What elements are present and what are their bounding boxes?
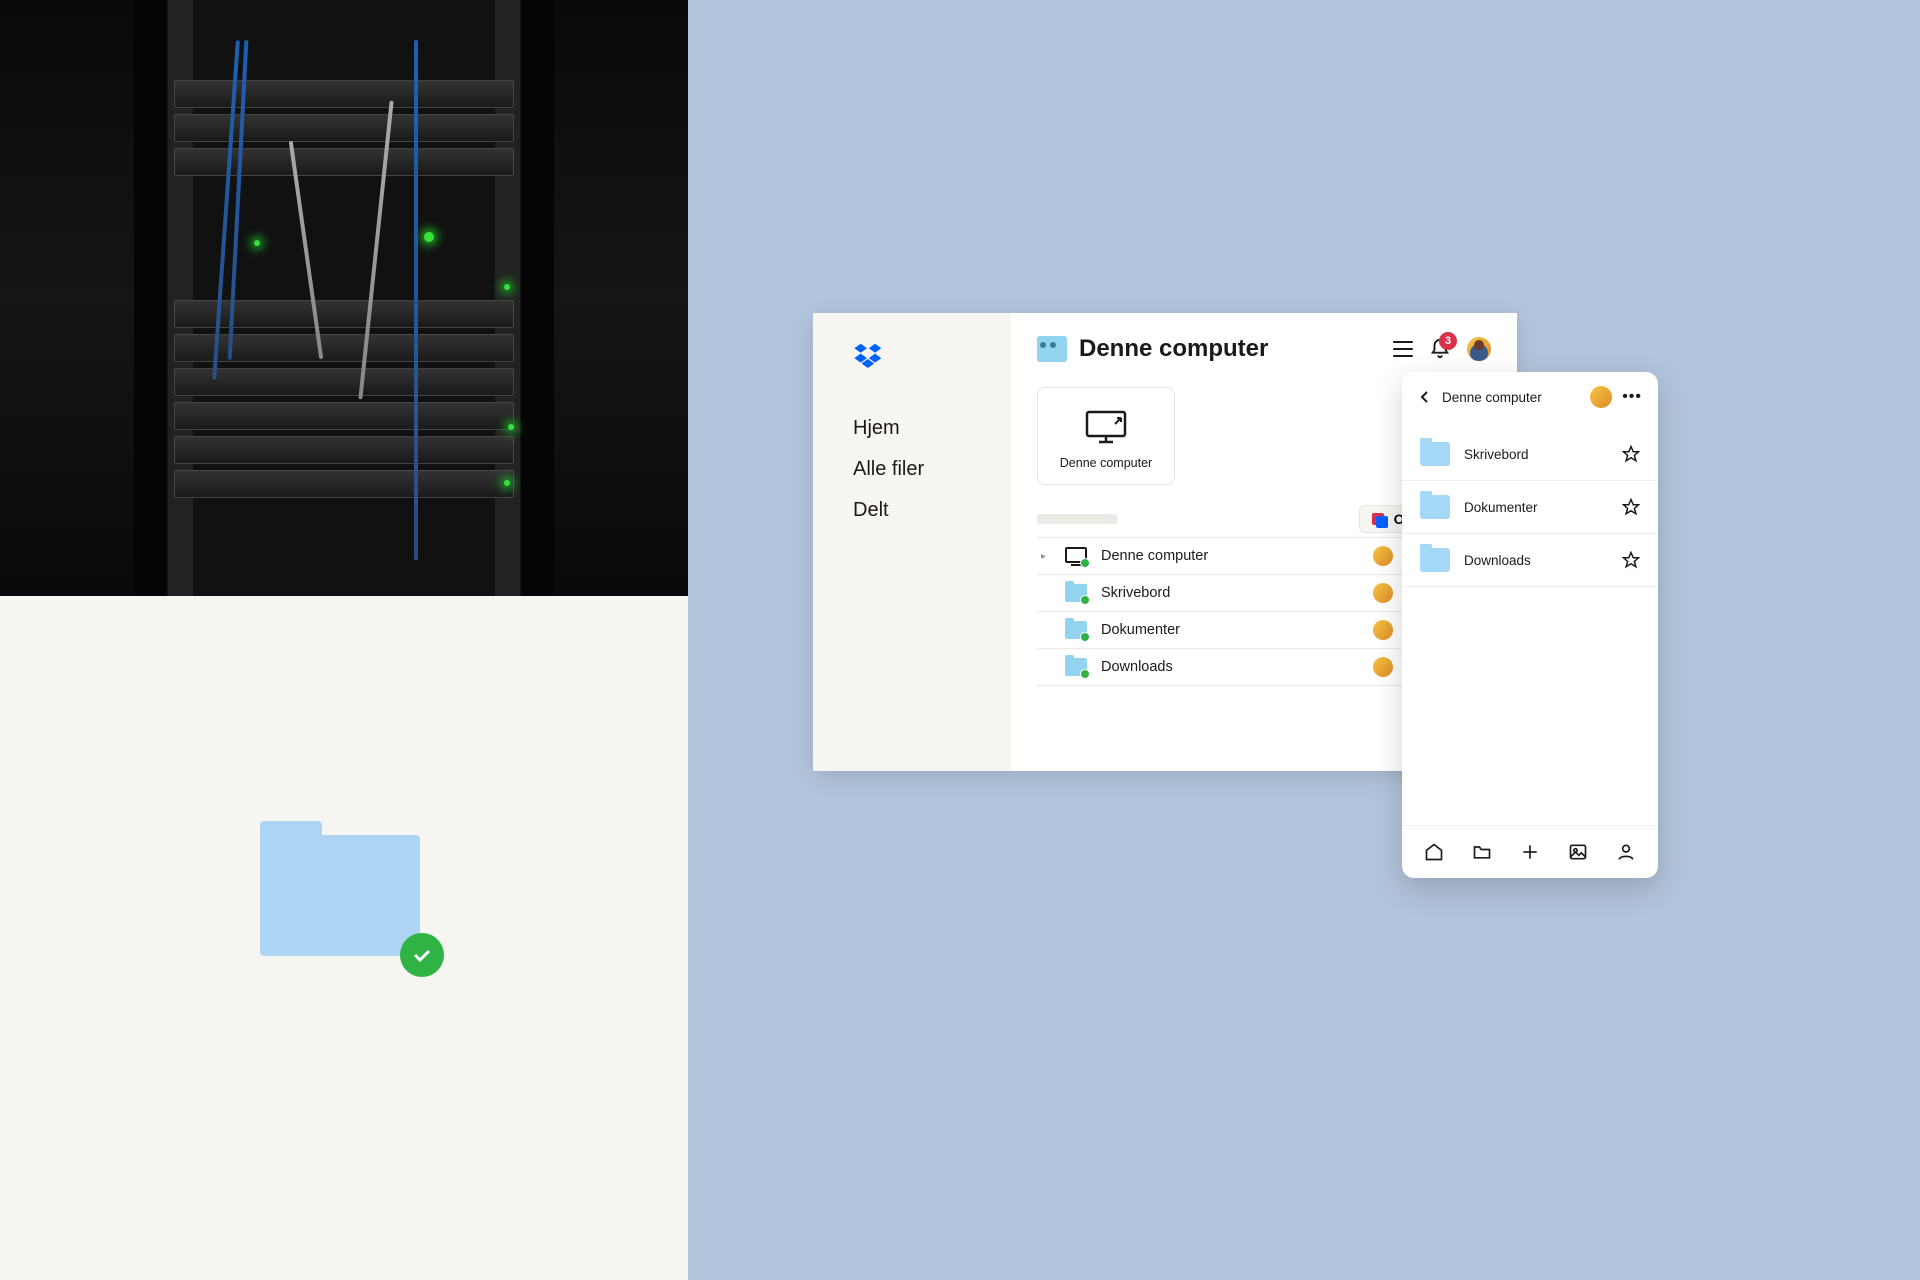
header-folder-icon <box>1037 336 1067 362</box>
mobile-folder-row[interactable]: Skrivebord <box>1402 428 1658 481</box>
sync-status-icon <box>1080 669 1090 679</box>
mobile-folder-row[interactable]: Downloads <box>1402 534 1658 587</box>
sync-status-icon <box>1080 595 1090 605</box>
back-button[interactable] <box>1418 390 1432 404</box>
nav-all-files[interactable]: Alle filer <box>853 458 1011 481</box>
user-avatar[interactable] <box>1467 337 1491 361</box>
content-header: Denne computer 3 <box>1037 335 1491 363</box>
row-name: Dokumenter <box>1101 622 1359 638</box>
photo-icon[interactable] <box>1568 842 1588 862</box>
folder-icon <box>1420 495 1450 519</box>
server-rack-photo <box>0 0 688 596</box>
left-column <box>0 0 688 1280</box>
star-icon[interactable] <box>1622 551 1640 569</box>
row-avatar <box>1373 546 1393 566</box>
folder-name: Downloads <box>1464 553 1608 568</box>
more-options-icon[interactable]: ••• <box>1622 388 1642 406</box>
sidebar: Hjem Alle filer Delt <box>813 313 1011 771</box>
folder-icon <box>1420 442 1450 466</box>
sync-status-icon <box>1080 632 1090 642</box>
person-icon[interactable] <box>1616 842 1636 862</box>
placeholder <box>1037 514 1117 524</box>
mobile-avatar[interactable] <box>1590 386 1612 408</box>
folder-icon[interactable] <box>1472 842 1492 862</box>
folder-synced-panel <box>0 596 688 1280</box>
plus-icon[interactable] <box>1520 842 1540 862</box>
mobile-bottom-nav <box>1402 825 1658 878</box>
row-name: Skrivebord <box>1101 585 1359 601</box>
folder-icon <box>1420 548 1450 572</box>
row-avatar <box>1373 583 1393 603</box>
sync-status-icon <box>1080 558 1090 568</box>
notifications-button[interactable]: 3 <box>1429 338 1451 360</box>
mobile-folder-list: Skrivebord Dokumenter Downloads <box>1402 422 1658 825</box>
folder-name: Skrivebord <box>1464 447 1608 462</box>
row-avatar <box>1373 657 1393 677</box>
this-computer-card[interactable]: Denne computer <box>1037 387 1175 485</box>
nav-shared[interactable]: Delt <box>853 499 1011 522</box>
mobile-folder-row[interactable]: Dokumenter <box>1402 481 1658 534</box>
home-icon[interactable] <box>1424 842 1444 862</box>
row-name: Denne computer <box>1101 548 1359 564</box>
row-name: Downloads <box>1101 659 1359 675</box>
notification-count-badge: 3 <box>1439 332 1457 350</box>
create-icon <box>1370 511 1386 527</box>
star-icon[interactable] <box>1622 498 1640 516</box>
star-icon[interactable] <box>1622 445 1640 463</box>
expand-icon[interactable]: ▸ <box>1041 551 1051 562</box>
row-avatar <box>1373 620 1393 640</box>
dropbox-mobile-panel: Denne computer ••• Skrivebord Dokumenter… <box>1402 372 1658 878</box>
dropbox-logo-icon[interactable] <box>853 341 883 371</box>
mobile-title: Denne computer <box>1442 390 1580 405</box>
page-title: Denne computer <box>1079 335 1268 363</box>
mobile-header: Denne computer ••• <box>1402 372 1658 422</box>
hamburger-menu-icon[interactable] <box>1393 341 1413 357</box>
card-label: Denne computer <box>1048 456 1164 470</box>
folder-name: Dokumenter <box>1464 500 1608 515</box>
folder-icon <box>260 821 420 956</box>
nav-home[interactable]: Hjem <box>853 417 1011 440</box>
sync-checkmark-badge <box>400 933 444 977</box>
